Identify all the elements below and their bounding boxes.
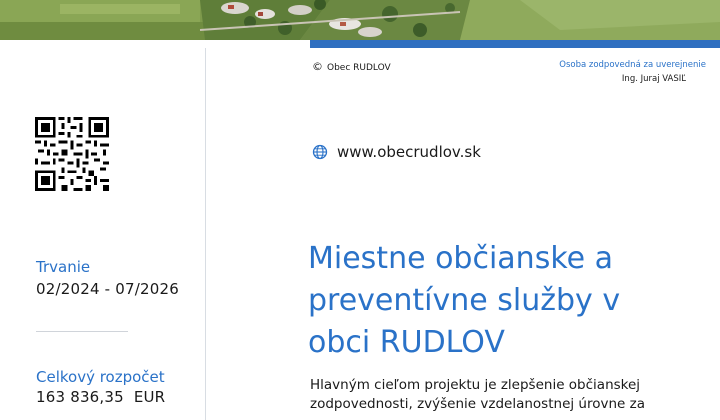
left-column: [0, 48, 206, 420]
website-url[interactable]: www.obecrudlov.sk: [337, 143, 481, 161]
title-line: preventívne služby v: [308, 283, 621, 318]
description-line: zodpovednosti, zvýšenie vzdelanostnej úr…: [310, 396, 645, 412]
title-line: Miestne občianske a: [308, 241, 614, 276]
duration-value: 02/2024 - 07/2026: [36, 280, 179, 298]
responsible-label: Osoba zodpovedná za uverejnenie: [559, 60, 706, 70]
budget-label: Celkový rozpočet: [36, 368, 165, 386]
qr-code: [35, 117, 109, 191]
project-title: Miestne občianske a preventívne služby v…: [308, 238, 708, 364]
website-link[interactable]: www.obecrudlov.sk: [312, 143, 481, 161]
sidebar-divider: [36, 331, 128, 332]
poster-page: Trvanie 02/2024 - 07/2026 Celkový rozpoč…: [0, 0, 720, 420]
budget-value: 163 836,35 EUR: [36, 388, 166, 406]
copyright-text: Obec RUDLOV: [327, 63, 391, 73]
globe-icon: [312, 144, 328, 160]
description-line: Hlavným cieľom projektu je zlepšenie obč…: [310, 377, 641, 393]
aerial-photo: [0, 0, 720, 40]
copyright-icon: ©: [312, 60, 323, 73]
duration-label: Trvanie: [36, 258, 91, 276]
project-description: Hlavným cieľom projektu je zlepšenie obč…: [310, 376, 710, 414]
title-line: obci RUDLOV: [308, 325, 505, 360]
responsible-name: Ing. Juraj VASIĽ: [621, 74, 686, 84]
copyright-line: © Obec RUDLOV: [312, 60, 391, 73]
header-blue-strip: [310, 40, 720, 48]
